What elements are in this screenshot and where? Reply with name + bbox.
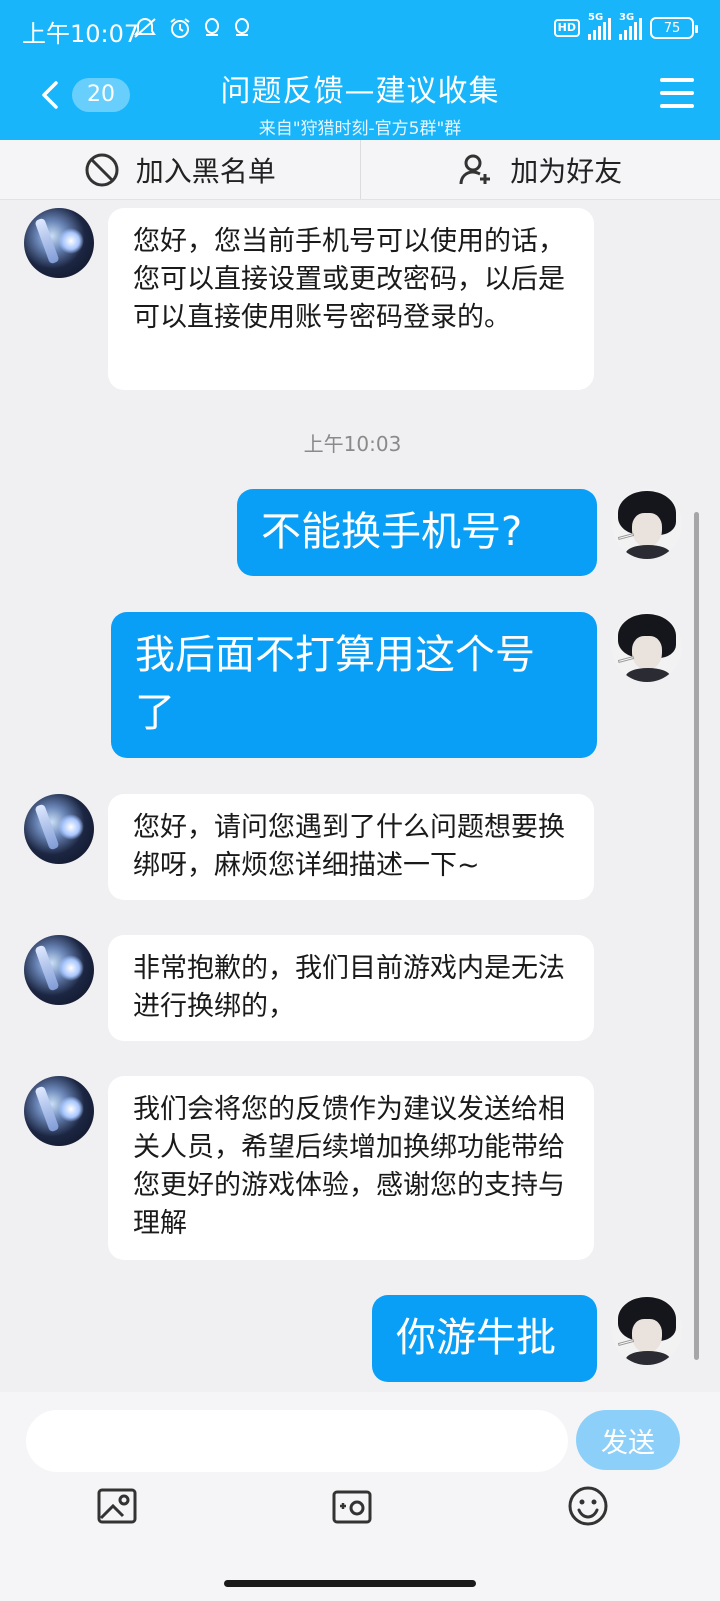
hd-voice-icon: HD xyxy=(553,19,580,37)
image-icon xyxy=(97,1488,137,1524)
message-bubble-sent[interactable]: 你游牛批 xyxy=(372,1295,597,1382)
status-bar: 上午10:07 HD 5G 3G 75 xyxy=(0,0,720,62)
sender-avatar[interactable] xyxy=(24,1076,94,1146)
network-type-label: 5G xyxy=(588,12,604,23)
chevron-left-icon xyxy=(42,81,58,109)
message-bubble-received[interactable]: 我们会将您的反馈作为建议发送给相关人员，希望后续增加换绑功能带给您更好的游戏体验… xyxy=(108,1076,594,1260)
page-subtitle: 来自"狩猎时刻-官方5群"群 xyxy=(258,119,462,139)
sender-avatar[interactable] xyxy=(24,794,94,864)
unread-count-badge[interactable]: 20 xyxy=(72,78,130,112)
title-block: 问题反馈—建议收集 来自"狩猎时刻-官方5群"群 xyxy=(140,66,580,139)
mute-alarm-icon xyxy=(132,16,158,47)
message-text: 您好，您当前手机号可以使用的话，您可以直接设置或更改密码，以后是可以直接使用账号… xyxy=(133,226,565,333)
block-icon xyxy=(85,153,119,186)
status-time: 上午10:07 xyxy=(22,20,140,48)
block-label: 加入黑名单 xyxy=(135,154,276,188)
app-notification-icon xyxy=(232,17,252,46)
signal-icon: 3G xyxy=(619,12,642,40)
message-bubble-sent[interactable]: 我后面不打算用这个号了 xyxy=(111,612,597,758)
chat-header: 上午10:07 HD 5G 3G 75 20 问题反馈—建议收集 来自"狩猎时刻… xyxy=(0,0,720,140)
message-text: 你游牛批 xyxy=(396,1315,556,1361)
status-icons-right: HD 5G 3G 75 xyxy=(553,12,698,40)
input-area: 发送 xyxy=(0,1392,720,1601)
image-button[interactable] xyxy=(95,1484,139,1528)
home-indicator[interactable] xyxy=(224,1580,476,1587)
camera-icon xyxy=(332,1490,372,1524)
message-text: 您好，请问您遇到了什么问题想要换绑呀，麻烦您详细描述一下~ xyxy=(133,812,565,881)
sender-avatar[interactable] xyxy=(24,935,94,1005)
message-input[interactable] xyxy=(26,1410,568,1472)
my-avatar[interactable] xyxy=(612,489,682,559)
page-title: 问题反馈—建议收集 xyxy=(220,74,500,109)
message-bubble-received[interactable]: 您好，请问您遇到了什么问题想要换绑呀，麻烦您详细描述一下~ xyxy=(108,794,594,900)
message-text: 我后面不打算用这个号了 xyxy=(135,632,535,736)
battery-icon: 75 xyxy=(650,17,698,39)
block-button[interactable]: 加入黑名单 xyxy=(0,140,360,199)
message-text: 非常抱歉的，我们目前游戏内是无法进行换绑的， xyxy=(133,953,565,1022)
my-avatar[interactable] xyxy=(612,612,682,682)
send-button[interactable]: 发送 xyxy=(576,1410,680,1470)
message-bubble-sent[interactable]: 不能换手机号? xyxy=(237,489,597,576)
sender-avatar[interactable] xyxy=(24,208,94,278)
menu-button[interactable] xyxy=(660,78,694,108)
chat-message-list[interactable]: 您好，您当前手机号可以使用的话，您可以直接设置或更改密码，以后是可以直接使用账号… xyxy=(0,200,720,1392)
network-type-label: 3G xyxy=(619,12,635,23)
camera-button[interactable] xyxy=(330,1484,374,1528)
add-friend-button[interactable]: 加为好友 xyxy=(359,140,720,199)
alarm-icon xyxy=(168,16,192,47)
message-bubble-received[interactable]: 您好，您当前手机号可以使用的话，您可以直接设置或更改密码，以后是可以直接使用账号… xyxy=(108,208,594,390)
menu-icon xyxy=(660,78,694,82)
signal-icon: 5G xyxy=(588,12,611,40)
message-text: 我们会将您的反馈作为建议发送给相关人员，希望后续增加换绑功能带给您更好的游戏体验… xyxy=(133,1094,565,1239)
message-bubble-received[interactable]: 非常抱歉的，我们目前游戏内是无法进行换绑的， xyxy=(108,935,594,1041)
emoji-button[interactable] xyxy=(566,1484,610,1528)
emoji-icon xyxy=(568,1486,608,1526)
message-text: 不能换手机号? xyxy=(261,509,523,555)
action-bar: 加入黑名单 加为好友 xyxy=(0,140,720,200)
add-friend-label: 加为好友 xyxy=(510,154,623,188)
chat-scrollbar[interactable] xyxy=(694,512,699,1360)
battery-level: 75 xyxy=(663,20,681,36)
menu-icon xyxy=(660,104,694,108)
message-timestamp: 上午10:03 xyxy=(303,432,402,456)
back-button[interactable] xyxy=(36,80,66,110)
add-user-icon xyxy=(459,154,491,184)
app-notification-icon xyxy=(202,17,222,46)
status-icons-left xyxy=(132,16,252,47)
menu-icon xyxy=(660,91,694,95)
my-avatar[interactable] xyxy=(612,1295,682,1365)
